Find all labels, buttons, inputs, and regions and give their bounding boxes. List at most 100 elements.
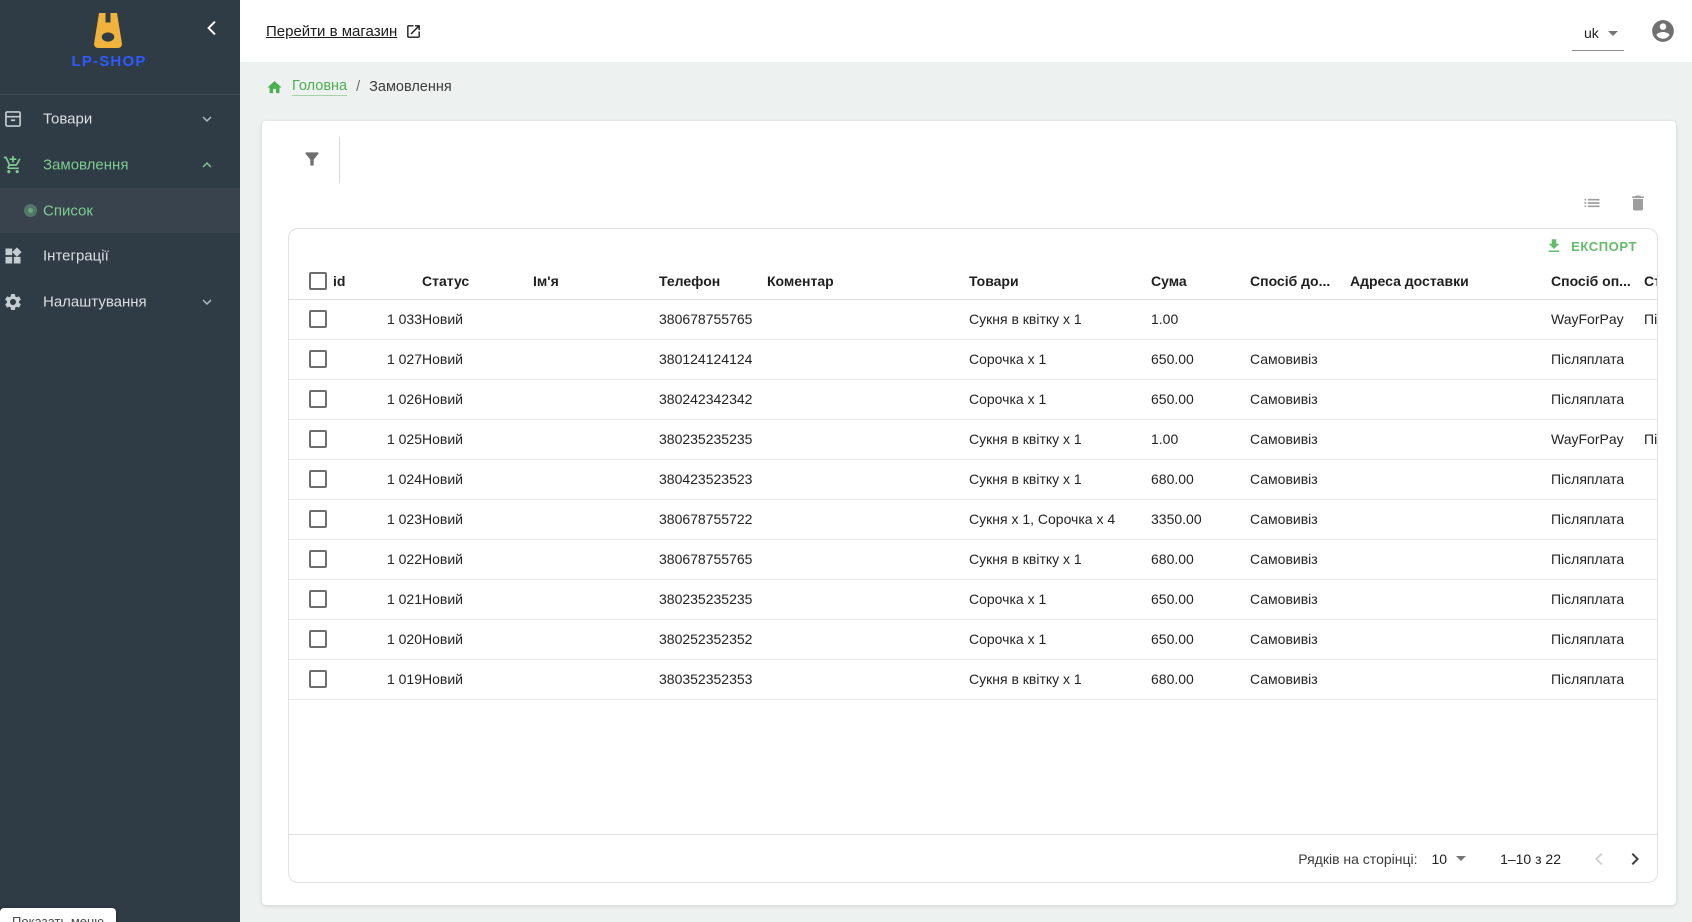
next-page-button[interactable]	[1623, 847, 1647, 871]
row-checkbox-cell	[289, 499, 333, 539]
row-phone-cell: 380423523523	[659, 459, 767, 499]
row-payment-cell: Післяплата	[1551, 539, 1644, 579]
row-name-cell	[533, 339, 659, 379]
row-payment-cell: Післяплата	[1551, 379, 1644, 419]
sidebar-item-integrations[interactable]: Інтеграції	[0, 233, 240, 279]
go-to-store-label: Перейти в магазин	[266, 23, 397, 40]
sidebar-item-label: Налаштування	[43, 294, 147, 311]
row-payment-status-cell	[1644, 539, 1658, 579]
row-products-cell: Сукня в квітку x 1	[969, 539, 1151, 579]
row-checkbox[interactable]	[309, 510, 327, 528]
row-comment-cell	[767, 339, 969, 379]
row-address-cell	[1350, 659, 1551, 699]
column-header-comment[interactable]: Коментар	[767, 263, 969, 299]
inventory-box-icon	[3, 109, 23, 129]
column-header-payment-status[interactable]: Статус оплати	[1644, 263, 1658, 299]
row-products-cell: Сукня в квітку x 1	[969, 299, 1151, 339]
table-row[interactable]: 1 021 Новий 380235235235 Сорочка x 1 650…	[289, 579, 1658, 619]
row-id-cell: 1 023	[333, 499, 422, 539]
row-status-cell: Новий	[422, 459, 533, 499]
row-delivery-cell: Самовивіз	[1250, 379, 1350, 419]
row-sum-cell: 650.00	[1151, 379, 1250, 419]
table-row[interactable]: 1 022 Новий 380678755765 Сукня в квітку …	[289, 539, 1658, 579]
row-payment-status-cell: Підтверджено	[1644, 299, 1658, 339]
orders-panel: ЕКСПОРТ id Статус Ім'я Телефон К	[262, 121, 1676, 905]
export-button[interactable]: ЕКСПОРТ	[1539, 233, 1643, 259]
row-sum-cell: 650.00	[1151, 579, 1250, 619]
row-checkbox-cell	[289, 539, 333, 579]
select-all-checkbox[interactable]	[309, 272, 327, 290]
column-list-icon[interactable]	[1582, 193, 1602, 213]
go-to-store-link[interactable]: Перейти в магазин	[266, 23, 422, 40]
account-circle-icon[interactable]	[1650, 18, 1676, 44]
row-comment-cell	[767, 419, 969, 459]
column-header-delivery[interactable]: Спосіб до...	[1250, 263, 1350, 299]
pagination-bar: Рядків на сторінці: 10 1–10 з 22	[289, 834, 1657, 882]
chevron-down-icon	[198, 110, 216, 128]
column-header-sum[interactable]: Сума	[1151, 263, 1250, 299]
table-row[interactable]: 1 023 Новий 380678755722 Сукня x 1, Соро…	[289, 499, 1658, 539]
chevron-up-icon	[198, 156, 216, 174]
row-phone-cell: 380678755765	[659, 539, 767, 579]
row-phone-cell: 380235235235	[659, 579, 767, 619]
row-comment-cell	[767, 379, 969, 419]
sidebar-item-orders[interactable]: Замовлення	[0, 142, 240, 188]
row-checkbox[interactable]	[309, 670, 327, 688]
home-icon	[266, 79, 283, 96]
row-payment-status-cell	[1644, 499, 1658, 539]
row-checkbox[interactable]	[309, 550, 327, 568]
row-payment-status-cell: Підтверджено	[1644, 419, 1658, 459]
active-dot-icon	[24, 204, 37, 217]
row-address-cell	[1350, 379, 1551, 419]
previous-page-button[interactable]	[1587, 847, 1611, 871]
rows-per-page-value: 10	[1432, 851, 1448, 867]
sidebar-collapse-button[interactable]	[200, 16, 224, 40]
table-row[interactable]: 1 019 Новий 380352352353 Сукня в квітку …	[289, 659, 1658, 699]
row-checkbox[interactable]	[309, 310, 327, 328]
column-header-phone[interactable]: Телефон	[659, 263, 767, 299]
column-header-name[interactable]: Ім'я	[533, 263, 659, 299]
column-header-products[interactable]: Товари	[969, 263, 1151, 299]
rows-per-page-select[interactable]: 10	[1432, 851, 1467, 867]
row-checkbox[interactable]	[309, 590, 327, 608]
sidebar-item-settings[interactable]: Налаштування	[0, 279, 240, 325]
pagination-range: 1–10 з 22	[1500, 851, 1561, 867]
row-checkbox[interactable]	[309, 470, 327, 488]
row-phone-cell: 380678755722	[659, 499, 767, 539]
sidebar-item-orders-list[interactable]: Список	[0, 188, 240, 233]
row-phone-cell: 380352352353	[659, 659, 767, 699]
row-checkbox[interactable]	[309, 430, 327, 448]
row-sum-cell: 1.00	[1151, 419, 1250, 459]
column-header-id[interactable]: id	[333, 263, 422, 299]
table-row[interactable]: 1 027 Новий 380124124124 Сорочка x 1 650…	[289, 339, 1658, 379]
row-id-cell: 1 021	[333, 579, 422, 619]
table-row[interactable]: 1 024 Новий 380423523523 Сукня в квітку …	[289, 459, 1658, 499]
column-header-status[interactable]: Статус	[422, 263, 533, 299]
column-header-payment[interactable]: Спосіб оп...	[1551, 263, 1644, 299]
trash-icon[interactable]	[1628, 193, 1648, 213]
table-row[interactable]: 1 033 Новий 380678755765 Сукня в квітку …	[289, 299, 1658, 339]
chevron-down-icon	[198, 293, 216, 311]
row-status-cell: Новий	[422, 379, 533, 419]
row-checkbox-cell	[289, 659, 333, 699]
table-row[interactable]: 1 026 Новий 380242342342 Сорочка x 1 650…	[289, 379, 1658, 419]
table-row[interactable]: 1 025 Новий 380235235235 Сукня в квітку …	[289, 419, 1658, 459]
row-delivery-cell: Самовивіз	[1250, 579, 1350, 619]
table-row[interactable]: 1 020 Новий 380252352352 Сорочка x 1 650…	[289, 619, 1658, 659]
language-select[interactable]: uk	[1572, 21, 1624, 51]
row-payment-cell: Післяплата	[1551, 659, 1644, 699]
dropdown-caret-icon	[1608, 31, 1618, 36]
row-checkbox[interactable]	[309, 630, 327, 648]
breadcrumb-home-link[interactable]: Головна	[292, 78, 347, 96]
row-comment-cell	[767, 579, 969, 619]
row-payment-status-cell	[1644, 619, 1658, 659]
row-address-cell	[1350, 419, 1551, 459]
row-id-cell: 1 024	[333, 459, 422, 499]
column-header-address[interactable]: Адреса доставки	[1350, 263, 1551, 299]
row-payment-cell: WayForPay	[1551, 299, 1644, 339]
filter-funnel-icon[interactable]	[302, 149, 322, 169]
row-checkbox[interactable]	[309, 390, 327, 408]
sidebar-header: LP-SHOP	[0, 0, 240, 95]
row-checkbox[interactable]	[309, 350, 327, 368]
sidebar-item-products[interactable]: Товари	[0, 96, 240, 142]
